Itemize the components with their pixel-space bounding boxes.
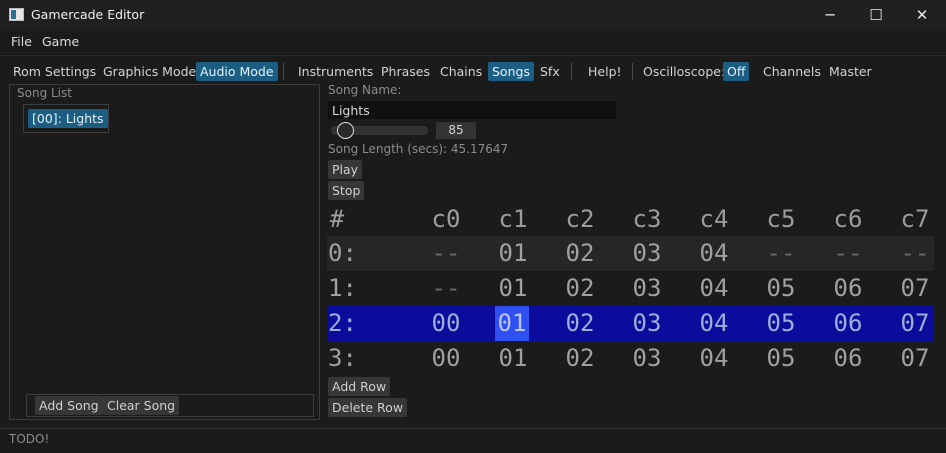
grid-cell[interactable]: 05	[759, 271, 803, 306]
grid-cell[interactable]: 07	[893, 341, 937, 376]
grid-cell[interactable]: 07	[893, 306, 937, 341]
status-text: TODO!	[9, 432, 50, 446]
grid-cell[interactable]: 01	[491, 341, 535, 376]
menu-game[interactable]: Game	[42, 34, 79, 49]
menu-divider	[0, 55, 946, 56]
close-button[interactable]: ✕	[899, 0, 945, 31]
grid-cell[interactable]: 01	[491, 236, 535, 271]
grid-cell[interactable]: 03	[625, 236, 669, 271]
clear-song-button[interactable]: Clear Song	[103, 396, 180, 415]
grid-cell[interactable]: 02	[558, 271, 602, 306]
oscilloscope-label: Oscilloscope:	[643, 64, 726, 79]
grid-cell[interactable]: 01	[495, 306, 529, 341]
song-list-items: [00]: Lights	[23, 104, 109, 133]
tab-channels[interactable]: Channels	[759, 62, 825, 81]
nav-divider	[283, 63, 284, 80]
grid-row-label: 1:	[328, 274, 357, 302]
grid-cell[interactable]: 02	[558, 341, 602, 376]
tab-master[interactable]: Master	[825, 62, 876, 81]
window-title: Gamercade Editor	[31, 7, 145, 22]
grid-header-c6: c6	[833, 205, 863, 233]
grid-row-label: 2:	[328, 309, 357, 337]
grid-cell[interactable]: --	[826, 236, 870, 271]
delete-row-button[interactable]: Delete Row	[328, 398, 408, 417]
app-icon	[9, 8, 24, 21]
tab-songs[interactable]: Songs	[488, 62, 534, 81]
grid-cell[interactable]: 02	[558, 236, 602, 271]
song-length-text: Song Length (secs): 45.17647	[328, 142, 509, 156]
grid-cell[interactable]: --	[759, 236, 803, 271]
tab-sfx[interactable]: Sfx	[536, 62, 564, 81]
grid-cell[interactable]: --	[893, 236, 937, 271]
grid-cell[interactable]: 06	[826, 341, 870, 376]
tab-chains[interactable]: Chains	[436, 62, 486, 81]
grid-header-c5: c5	[766, 205, 796, 233]
song-name-input[interactable]	[328, 101, 616, 119]
tab-phrases[interactable]: Phrases	[377, 62, 434, 81]
grid-cell[interactable]: 03	[625, 271, 669, 306]
bpm-slider-knob[interactable]	[336, 122, 354, 139]
bpm-value[interactable]: 85	[436, 122, 476, 139]
minimize-button[interactable]: ─	[807, 0, 853, 31]
grid-header-c2: c2	[565, 205, 595, 233]
grid-cell[interactable]: --	[424, 271, 468, 306]
oscilloscope-toggle[interactable]: Off	[723, 62, 750, 81]
grid-header-c1: c1	[498, 205, 528, 233]
menu-bar: File Game	[0, 31, 946, 54]
grid-cell[interactable]: 07	[893, 271, 937, 306]
grid-row-label: 0:	[328, 239, 357, 267]
grid-cell[interactable]: --	[424, 236, 468, 271]
song-list-actions: Add Song Clear Song	[26, 394, 314, 417]
tab-instruments[interactable]: Instruments	[294, 62, 377, 81]
help-button[interactable]: Help!	[584, 62, 626, 81]
nav-divider	[632, 63, 633, 80]
grid-header-c7: c7	[900, 205, 930, 233]
song-list-panel: Song List [00]: Lights Add Song Clear So…	[9, 84, 320, 420]
grid-header-index: #	[329, 205, 345, 233]
grid-cell[interactable]: 03	[625, 306, 669, 341]
grid-cell[interactable]: 05	[759, 306, 803, 341]
grid-cell[interactable]: 04	[692, 271, 736, 306]
menu-file[interactable]: File	[11, 34, 32, 49]
grid-row-label: 3:	[328, 344, 357, 372]
add-song-button[interactable]: Add Song	[35, 396, 103, 415]
add-row-button[interactable]: Add Row	[328, 377, 391, 396]
grid-cell[interactable]: 06	[826, 306, 870, 341]
grid-cell[interactable]: 01	[491, 271, 535, 306]
grid-cell[interactable]: 00	[424, 341, 468, 376]
grid-header-c0: c0	[431, 205, 461, 233]
grid-header-c4: c4	[699, 205, 729, 233]
play-button[interactable]: Play	[328, 160, 363, 179]
grid-cell[interactable]: 02	[558, 306, 602, 341]
grid-cell[interactable]: 03	[625, 341, 669, 376]
grid-cell[interactable]: 00	[424, 306, 468, 341]
song-list-item[interactable]: [00]: Lights	[28, 109, 108, 128]
grid-cell[interactable]: 04	[692, 236, 736, 271]
status-bar: TODO!	[0, 428, 946, 453]
mode-graphics[interactable]: Graphics Mode	[99, 62, 200, 81]
grid-cell[interactable]: 05	[759, 341, 803, 376]
maximize-button[interactable]: ☐	[853, 0, 899, 31]
grid-cell[interactable]: 06	[826, 271, 870, 306]
nav-divider	[571, 63, 572, 80]
mode-audio[interactable]: Audio Mode	[196, 62, 278, 81]
stop-button[interactable]: Stop	[328, 181, 365, 200]
grid-cell[interactable]: 04	[692, 341, 736, 376]
grid-header-c3: c3	[632, 205, 662, 233]
song-list-label: Song List	[17, 86, 72, 100]
title-bar[interactable]: Gamercade Editor ─ ☐ ✕	[0, 0, 946, 31]
song-name-label: Song Name:	[328, 83, 402, 97]
mode-rom-settings[interactable]: Rom Settings	[9, 62, 100, 81]
grid-cell[interactable]: 04	[692, 306, 736, 341]
